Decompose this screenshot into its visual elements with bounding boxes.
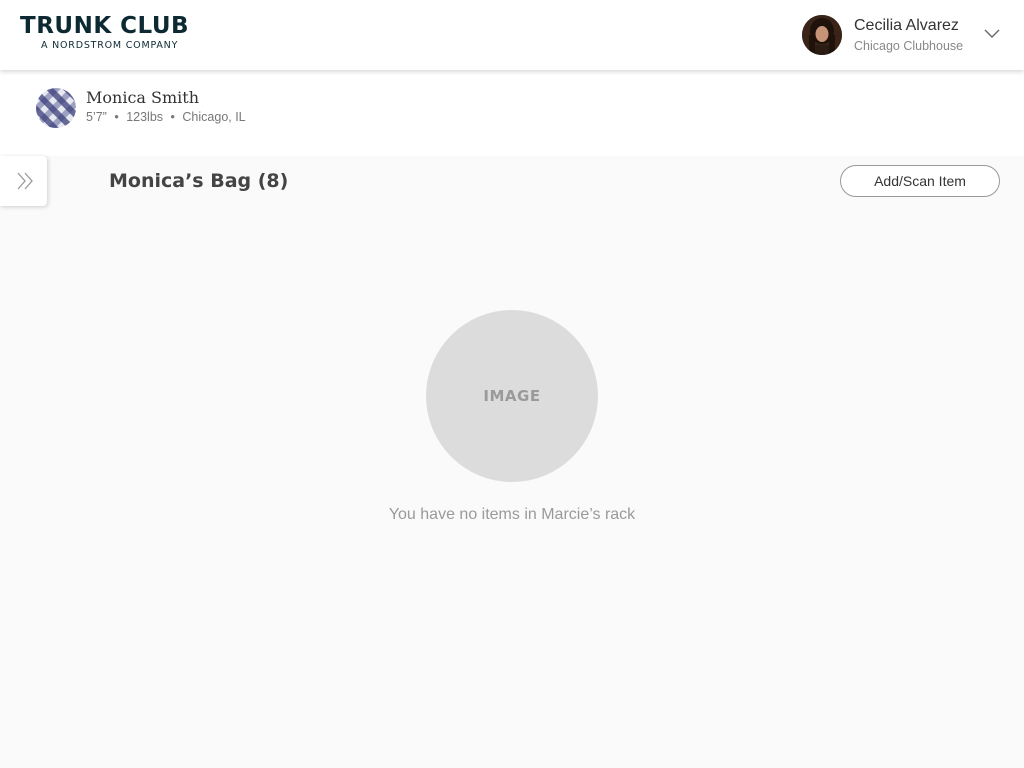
- trunk-club-logo[interactable]: TRUNK CLUB A NORDSTROM COMPANY: [20, 12, 189, 52]
- drawer-toggle-button[interactable]: [0, 156, 47, 206]
- user-menu[interactable]: Cecilia Alvarez Chicago Clubhouse: [784, 0, 1024, 70]
- client-avatar: [36, 88, 76, 128]
- user-avatar: [802, 15, 842, 55]
- client-location: Chicago, IL: [182, 110, 246, 124]
- client-name: Monica Smith: [86, 88, 200, 107]
- logo-wordmark: TRUNK CLUB: [20, 13, 190, 39]
- user-name: Cecilia Alvarez: [854, 17, 959, 34]
- chevron-down-icon[interactable]: [982, 26, 1002, 40]
- user-location: Chicago Clubhouse: [854, 39, 964, 53]
- logo-tagline: A NORDSTROM COMPANY: [41, 40, 179, 51]
- image-placeholder-label: IMAGE: [483, 387, 541, 405]
- bag-title: Monica’s Bag (8): [109, 170, 289, 192]
- client-height: 5’7”: [86, 110, 107, 124]
- app-header: TRUNK CLUB A NORDSTROM COMPANY Cecilia A…: [0, 0, 1024, 70]
- add-scan-item-button[interactable]: Add/Scan Item: [840, 165, 1000, 197]
- separator: •: [114, 110, 119, 124]
- client-details: 5’7” • 123lbs • Chicago, IL: [86, 110, 246, 124]
- empty-state-image: IMAGE: [426, 310, 598, 482]
- double-chevron-right-icon: [17, 172, 33, 190]
- client-info-bar: Monica Smith 5’7” • 123lbs • Chicago, IL: [0, 70, 1024, 156]
- empty-state-message: You have no items in Marcie’s rack: [388, 506, 636, 523]
- separator: •: [170, 110, 175, 124]
- client-weight: 123lbs: [126, 110, 164, 124]
